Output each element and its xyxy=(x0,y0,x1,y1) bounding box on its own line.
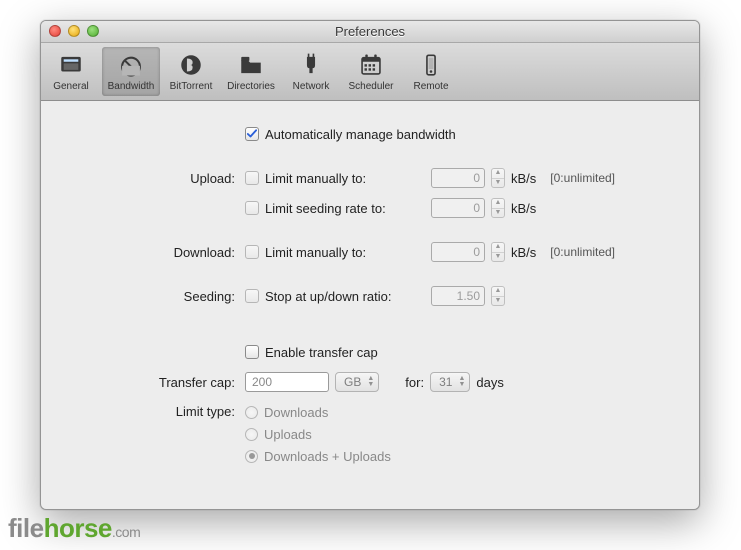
tab-label: Directories xyxy=(227,81,275,92)
network-icon xyxy=(298,52,324,78)
zoom-icon[interactable] xyxy=(87,25,99,37)
tab-label: Network xyxy=(293,81,330,92)
tab-scheduler[interactable]: Scheduler xyxy=(342,47,400,96)
upload-seed-stepper[interactable]: ▲▼ xyxy=(491,198,505,218)
directories-icon xyxy=(238,52,264,78)
upload-seed-field[interactable] xyxy=(431,198,485,218)
cap-unit-select[interactable]: GB ▲▼ xyxy=(335,372,379,392)
upload-limit-hint: [0:unlimited] xyxy=(550,171,615,185)
download-limit-field[interactable] xyxy=(431,242,485,262)
content-pane: Automatically manage bandwidth Upload: L… xyxy=(41,101,699,485)
enable-cap-label: Enable transfer cap xyxy=(265,345,378,360)
bittorrent-icon xyxy=(178,52,204,78)
auto-manage-checkbox[interactable] xyxy=(245,127,259,141)
tab-label: BitTorrent xyxy=(170,81,213,92)
remote-icon xyxy=(418,52,444,78)
limit-type-downloads-radio[interactable] xyxy=(245,406,258,419)
upload-seed-unit: kB/s xyxy=(511,201,536,216)
tab-label: Scheduler xyxy=(348,81,393,92)
preferences-window: Preferences General Bandwidth BitTorrent… xyxy=(40,20,700,510)
chevron-updown-icon: ▲▼ xyxy=(367,376,374,388)
watermark-tld: .com xyxy=(112,524,140,540)
section-upload-label: Upload: xyxy=(59,171,245,186)
seeding-stop-stepper[interactable]: ▲▼ xyxy=(491,286,505,306)
window-title: Preferences xyxy=(41,24,699,39)
toolbar: General Bandwidth BitTorrent Directories… xyxy=(41,43,699,101)
tab-remote[interactable]: Remote xyxy=(402,47,460,96)
tab-label: Bandwidth xyxy=(108,81,155,92)
cap-days-select[interactable]: 31 ▲▼ xyxy=(430,372,470,392)
chevron-updown-icon: ▲▼ xyxy=(458,376,465,388)
auto-manage-label: Automatically manage bandwidth xyxy=(265,127,456,142)
enable-cap-checkbox[interactable] xyxy=(245,345,259,359)
general-icon xyxy=(58,52,84,78)
tab-general[interactable]: General xyxy=(42,47,100,96)
cap-days-label: days xyxy=(476,375,503,390)
tab-label: General xyxy=(53,81,89,92)
upload-limit-unit: kB/s xyxy=(511,171,536,186)
download-limit-label: Limit manually to: xyxy=(265,245,425,260)
scheduler-icon xyxy=(358,52,384,78)
watermark-p1: file xyxy=(8,513,44,543)
watermark-p2: horse xyxy=(44,513,112,543)
titlebar: Preferences xyxy=(41,21,699,43)
limit-type-uploads-label: Uploads xyxy=(264,427,312,442)
section-seeding-label: Seeding: xyxy=(59,289,245,304)
limit-type-uploads-radio[interactable] xyxy=(245,428,258,441)
tab-bittorrent[interactable]: BitTorrent xyxy=(162,47,220,96)
cap-days-value: 31 xyxy=(439,375,452,389)
tab-label: Remote xyxy=(413,81,448,92)
minimize-icon[interactable] xyxy=(68,25,80,37)
upload-limit-label: Limit manually to: xyxy=(265,171,425,186)
seeding-stop-checkbox[interactable] xyxy=(245,289,259,303)
limit-type-both-radio[interactable] xyxy=(245,450,258,463)
watermark: filehorse.com xyxy=(8,513,140,544)
seeding-stop-field[interactable] xyxy=(431,286,485,306)
download-limit-hint: [0:unlimited] xyxy=(550,245,615,259)
tab-network[interactable]: Network xyxy=(282,47,340,96)
download-limit-checkbox[interactable] xyxy=(245,245,259,259)
tab-directories[interactable]: Directories xyxy=(222,47,280,96)
download-limit-unit: kB/s xyxy=(511,245,536,260)
section-transfer-cap-label: Transfer cap: xyxy=(59,375,245,390)
upload-seed-label: Limit seeding rate to: xyxy=(265,201,425,216)
close-icon[interactable] xyxy=(49,25,61,37)
limit-type-both-label: Downloads + Uploads xyxy=(264,449,391,464)
section-limit-type-label: Limit type: xyxy=(59,401,245,419)
upload-limit-checkbox[interactable] xyxy=(245,171,259,185)
section-download-label: Download: xyxy=(59,245,245,260)
upload-limit-stepper[interactable]: ▲▼ xyxy=(491,168,505,188)
cap-for-label: for: xyxy=(405,375,424,390)
tab-bandwidth[interactable]: Bandwidth xyxy=(102,47,160,96)
seeding-stop-label: Stop at up/down ratio: xyxy=(265,289,425,304)
traffic-lights xyxy=(49,25,99,37)
limit-type-downloads-label: Downloads xyxy=(264,405,328,420)
bandwidth-icon xyxy=(118,52,144,78)
cap-unit-value: GB xyxy=(344,375,361,389)
upload-limit-field[interactable] xyxy=(431,168,485,188)
cap-value-field[interactable] xyxy=(245,372,329,392)
download-limit-stepper[interactable]: ▲▼ xyxy=(491,242,505,262)
upload-seed-checkbox[interactable] xyxy=(245,201,259,215)
